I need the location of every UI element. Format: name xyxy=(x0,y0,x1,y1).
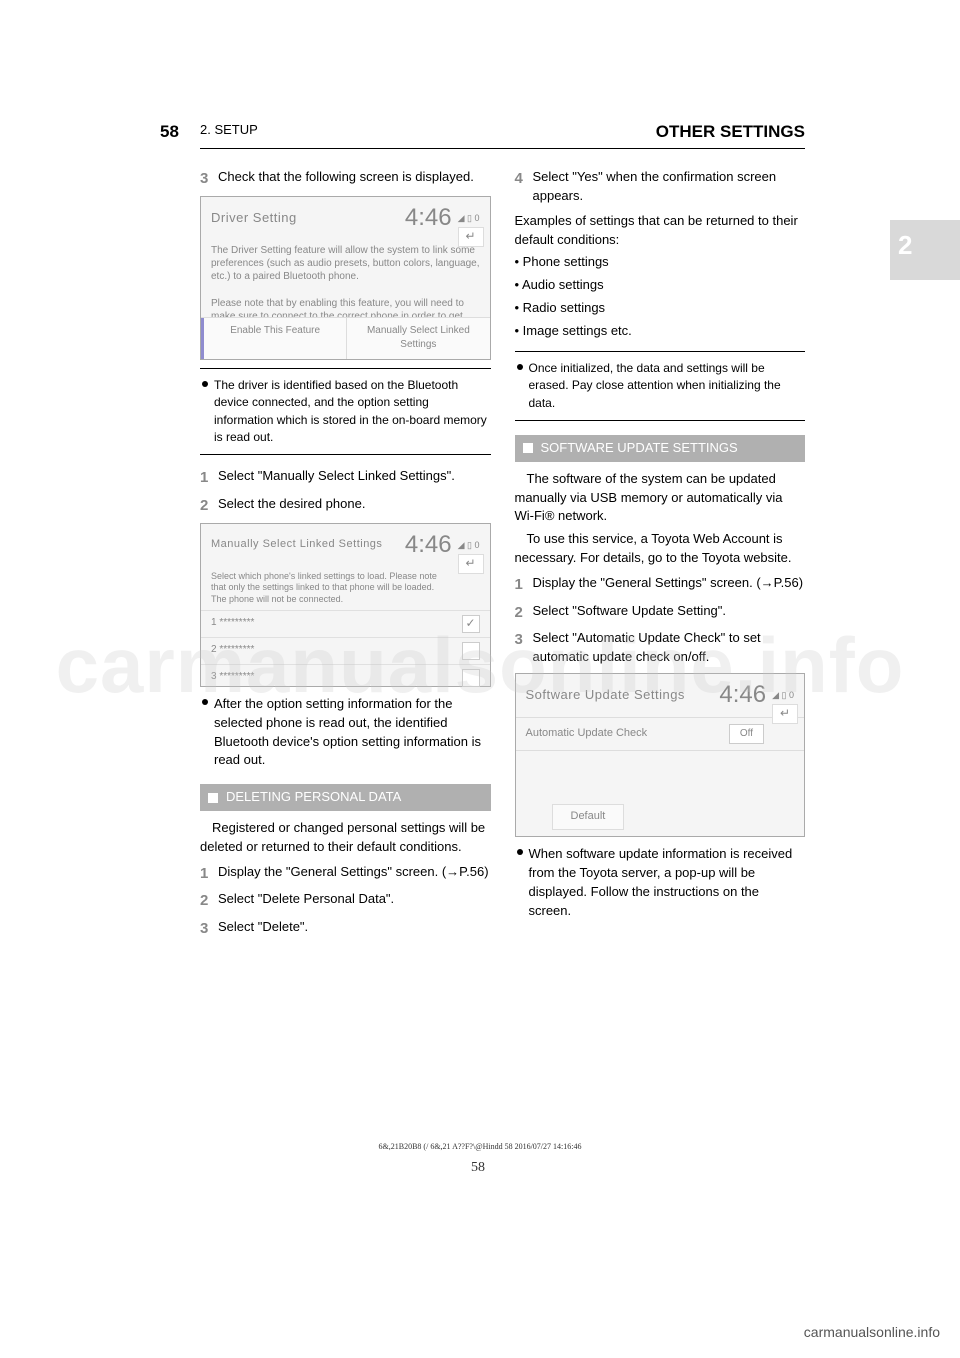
screen-title: Manually Select Linked Settings xyxy=(211,537,382,553)
phone-row-2[interactable]: 2 ********* xyxy=(201,637,490,664)
left-column: 3 Check that the following screen is dis… xyxy=(200,162,491,946)
example-1: • Phone settings xyxy=(515,253,806,272)
manually-select-button[interactable]: Manually Select Linked Settings xyxy=(347,318,489,359)
sw-intro-2: To use this service, a Toyota Web Accoun… xyxy=(515,530,806,568)
back-button[interactable]: ↵ xyxy=(458,227,484,247)
step-text: Select "Software Update Setting". xyxy=(533,602,806,624)
step-number: 3 xyxy=(200,168,218,190)
step-text: Select "Yes" when the confirmation scree… xyxy=(533,168,806,206)
heading-delete-personal-data: DELETING PERSONAL DATA xyxy=(200,784,491,811)
auto-update-row[interactable]: Automatic Update Check Off xyxy=(516,717,805,752)
example-3: • Radio settings xyxy=(515,299,806,318)
manual-step-2: 2 Select the desired phone. xyxy=(200,495,491,517)
screen-button-row: Enable This Feature Manually Select Link… xyxy=(201,317,490,359)
phone-row-label: 2 ********* xyxy=(211,643,254,658)
side-tab: 2 xyxy=(890,220,960,280)
bullet-after-scr2: After the option setting information for… xyxy=(200,695,491,770)
hint-box-left-1: The driver is identified based on the Bl… xyxy=(200,368,491,456)
sw-step-3: 3 Select "Automatic Update Check" to set… xyxy=(515,629,806,667)
hint-text: The driver is identified based on the Bl… xyxy=(200,377,491,447)
manual-step-1: 1 Select "Manually Select Linked Setting… xyxy=(200,467,491,489)
step-number: 2 xyxy=(200,890,218,912)
screen-title: Driver Setting xyxy=(211,209,297,228)
software-update-screenshot: Software Update Settings 4:46 ◢ ▯ 0 ↵ Au… xyxy=(515,673,806,837)
step-3: 3 Check that the following screen is dis… xyxy=(200,168,491,190)
step-text: Select "Manually Select Linked Settings"… xyxy=(218,467,491,489)
back-button[interactable]: ↵ xyxy=(772,704,798,724)
back-button[interactable]: ↵ xyxy=(458,554,484,574)
screen-header: Manually Select Linked Settings 4:46 ◢ ▯… xyxy=(201,524,490,567)
hint-text: Once initialized, the data and settings … xyxy=(515,360,806,412)
document-page: 58 2. SETUP OTHER SETTINGS 2 3 Check tha… xyxy=(0,0,960,1358)
off-toggle[interactable]: Off xyxy=(729,724,764,745)
step-text: Select "Delete". xyxy=(218,918,491,940)
step-text: Display the "General Settings" screen. (… xyxy=(533,574,806,596)
screen-clock: 4:46 xyxy=(405,201,452,236)
delete-intro: Registered or changed personal settings … xyxy=(200,819,491,857)
delete-step-2: 2 Select "Delete Personal Data". xyxy=(200,890,491,912)
sw-step-2: 2 Select "Software Update Setting". xyxy=(515,602,806,624)
step-number: 1 xyxy=(200,467,218,489)
example-4: • Image settings etc. xyxy=(515,322,806,341)
side-tab-number: 2 xyxy=(890,220,960,271)
step-4: 4 Select "Yes" when the confirmation scr… xyxy=(515,168,806,206)
examples-intro: Examples of settings that can be returne… xyxy=(515,212,806,250)
screen-clock: 4:46 xyxy=(405,528,452,563)
setting-label: Automatic Update Check xyxy=(526,726,648,742)
phone-row-label: 3 ********* xyxy=(211,670,254,685)
screen-clock: 4:46 xyxy=(719,678,766,713)
screen-header: Software Update Settings 4:46 ◢ ▯ 0 xyxy=(516,674,805,717)
phone-row-checkbox[interactable] xyxy=(462,642,480,660)
step-text: Select the desired phone. xyxy=(218,495,491,517)
page-number-bottom: 58 xyxy=(418,1160,538,1176)
chapter-title: OTHER SETTINGS xyxy=(656,122,805,142)
driver-setting-screenshot: Driver Setting 4:46 ◢ ▯ 0 ↵ The Driver S… xyxy=(200,196,491,360)
hint-box-right: Once initialized, the data and settings … xyxy=(515,351,806,421)
step-number: 3 xyxy=(515,629,533,667)
step-number: 1 xyxy=(515,574,533,596)
footer-url: carmanualsonline.info xyxy=(804,1324,940,1340)
screen-title: Software Update Settings xyxy=(526,686,685,705)
step-number: 4 xyxy=(515,168,533,206)
enable-feature-button[interactable]: Enable This Feature xyxy=(201,318,347,359)
manually-select-screenshot: Manually Select Linked Settings 4:46 ◢ ▯… xyxy=(200,523,491,687)
screen-desc: Select which phone's linked settings to … xyxy=(201,567,490,610)
section-tab: 2. SETUP xyxy=(200,122,258,137)
heading-software-update: SOFTWARE UPDATE SETTINGS xyxy=(515,435,806,462)
step-text: Select "Delete Personal Data". xyxy=(218,890,491,912)
phone-row-1[interactable]: 1 ********* ✓ xyxy=(201,610,490,637)
right-column: 4 Select "Yes" when the confirmation scr… xyxy=(515,162,806,946)
phone-row-label: 1 ********* xyxy=(211,616,254,631)
phone-row-3[interactable]: 3 ********* xyxy=(201,664,490,691)
phone-row-checkbox[interactable] xyxy=(462,669,480,687)
step-text: Display the "General Settings" screen. (… xyxy=(218,863,491,885)
sw-step-1: 1 Display the "General Settings" screen.… xyxy=(515,574,806,596)
step-number: 2 xyxy=(200,495,218,517)
phone-row-checkbox[interactable]: ✓ xyxy=(462,615,480,633)
step-number: 3 xyxy=(200,918,218,940)
legal-footer: 6&,21B20B8 (/ 6&,21 A??F?\@Hindd 58 2016… xyxy=(349,1142,611,1152)
page-number-top: 58 xyxy=(160,122,179,142)
columns: 3 Check that the following screen is dis… xyxy=(200,162,805,946)
top-rule xyxy=(200,148,805,149)
status-icons: ◢ ▯ 0 xyxy=(772,689,794,702)
status-icons: ◢ ▯ 0 xyxy=(458,539,480,552)
status-icons: ◢ ▯ 0 xyxy=(458,212,480,225)
bullet-sw-popup: When software update information is rece… xyxy=(515,845,806,920)
step-text: Check that the following screen is displ… xyxy=(218,168,491,190)
step-number: 2 xyxy=(515,602,533,624)
screen-text-1: The Driver Setting feature will allow th… xyxy=(201,240,490,287)
example-2: • Audio settings xyxy=(515,276,806,295)
screen-header: Driver Setting 4:46 ◢ ▯ 0 xyxy=(201,197,490,240)
step-text: Select "Automatic Update Check" to set a… xyxy=(533,629,806,667)
sw-intro-1: The software of the system can be update… xyxy=(515,470,806,527)
delete-step-1: 1 Display the "General Settings" screen.… xyxy=(200,863,491,885)
step-number: 1 xyxy=(200,863,218,885)
default-button[interactable]: Default xyxy=(552,804,625,830)
delete-step-3: 3 Select "Delete". xyxy=(200,918,491,940)
